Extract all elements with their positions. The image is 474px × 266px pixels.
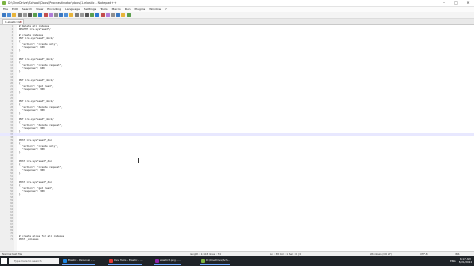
text-editor[interactable]: 1 # Delete all indexes 2 DELETE irs-sys*see… <box>0 25 474 251</box>
toolbar-button-icon[interactable] <box>116 13 121 17</box>
editor-line[interactable]: 72 POST _aliases <box>0 238 474 241</box>
menu-item-tools[interactable]: Tools <box>100 7 107 11</box>
line-number: 72 <box>10 238 13 241</box>
notepad-plus-plus-icon <box>2 1 6 5</box>
taskbar: Type here to search Elastic - Personal -… <box>0 256 474 266</box>
toolbar-button-icon[interactable] <box>7 13 12 17</box>
window-controls: – □ ✕ <box>438 0 474 6</box>
toolbar-button-icon[interactable] <box>121 13 126 17</box>
taskbar-search-input[interactable]: Type here to search <box>9 258 59 264</box>
menu-item-view[interactable]: View <box>36 7 43 11</box>
taskbar-app-label: Elastic - Personal - ... <box>68 259 96 262</box>
menu-item-run[interactable]: Run <box>125 7 131 11</box>
menu-item-macro[interactable]: Macro <box>112 7 121 11</box>
toolbar-button-icon[interactable] <box>48 13 53 17</box>
app-icon <box>155 259 159 263</box>
toolbar-button-icon[interactable] <box>43 13 48 17</box>
taskbar-app-button[interactable]: Elastic - Personal - ... <box>62 257 96 265</box>
toolbar-button-icon[interactable] <box>90 13 95 17</box>
taskbar-app-label: D:\OneDrive\Sch... <box>206 259 231 262</box>
toolbar-button-icon[interactable] <box>33 13 38 17</box>
windows-start-icon[interactable] <box>1 258 7 264</box>
toolbar <box>0 12 474 19</box>
toolbar-button-icon[interactable] <box>110 13 115 17</box>
menu-item-settings[interactable]: Settings <box>84 7 96 11</box>
window-title: D:\OneDrive\School\Docs\Procrastinator\d… <box>8 1 117 5</box>
toolbar-button-icon[interactable] <box>22 13 27 17</box>
menu-item-encoding[interactable]: Encoding <box>47 7 61 11</box>
toolbar-button-icon[interactable] <box>126 13 131 17</box>
menu-item-language[interactable]: Language <box>65 7 80 11</box>
tab-elastic-txt[interactable]: 1.elastic.txt ✕ <box>2 19 24 24</box>
system-tray: ENG 6:17 AM 5/21/2024 <box>450 257 472 265</box>
toolbar-button-icon[interactable] <box>53 13 58 17</box>
toolbar-button-icon[interactable] <box>105 13 110 17</box>
toolbar-button-icon[interactable] <box>74 13 79 17</box>
toolbar-button-icon[interactable] <box>2 13 6 17</box>
maximize-button[interactable]: □ <box>450 0 462 6</box>
menu-item-help[interactable]: ? <box>165 7 167 11</box>
toolbar-button-icon[interactable] <box>69 13 74 17</box>
toolbar-button-icon[interactable] <box>95 13 100 17</box>
toolbar-button-icon[interactable] <box>79 13 84 17</box>
taskbar-app-button[interactable]: Dev Tools - Elastic - ... <box>108 257 143 265</box>
language-indicator[interactable]: ENG <box>450 260 456 263</box>
minimize-button[interactable]: – <box>438 0 450 6</box>
app-icon <box>201 259 205 263</box>
clock-date: 5/21/2024 <box>458 261 472 264</box>
menu-item-edit[interactable]: Edit <box>12 7 18 11</box>
menu-item-file[interactable]: File <box>3 7 8 11</box>
taskbar-app-label: elastic3.png - ... <box>160 259 181 262</box>
toolbar-button-icon[interactable] <box>100 13 105 17</box>
taskbar-app-button[interactable]: elastic3.png - ... <box>154 257 181 265</box>
toolbar-button-icon[interactable] <box>12 13 17 17</box>
toolbar-button-icon[interactable] <box>17 13 22 17</box>
app-icon <box>109 259 113 263</box>
toolbar-button-icon[interactable] <box>85 13 89 17</box>
title-bar: D:\OneDrive\School\Docs\Procrastinator\d… <box>0 0 474 7</box>
app-icon <box>63 259 67 263</box>
menu-item-plugins[interactable]: Plugins <box>134 7 145 11</box>
code-text: POST _aliases <box>19 238 39 241</box>
taskbar-app-button[interactable]: D:\OneDrive\Sch... <box>200 257 231 265</box>
clock[interactable]: 6:17 AM 5/21/2024 <box>459 258 472 264</box>
toolbar-button-icon[interactable] <box>38 13 43 17</box>
menu-item-search[interactable]: Search <box>22 7 32 11</box>
toolbar-button-icon[interactable] <box>64 13 69 17</box>
taskbar-app-label: Dev Tools - Elastic - ... <box>114 259 143 262</box>
close-button[interactable]: ✕ <box>462 0 474 6</box>
toolbar-button-icon[interactable] <box>27 13 32 17</box>
toolbar-button-icon[interactable] <box>59 13 64 17</box>
menu-item-window[interactable]: Window <box>149 7 161 11</box>
